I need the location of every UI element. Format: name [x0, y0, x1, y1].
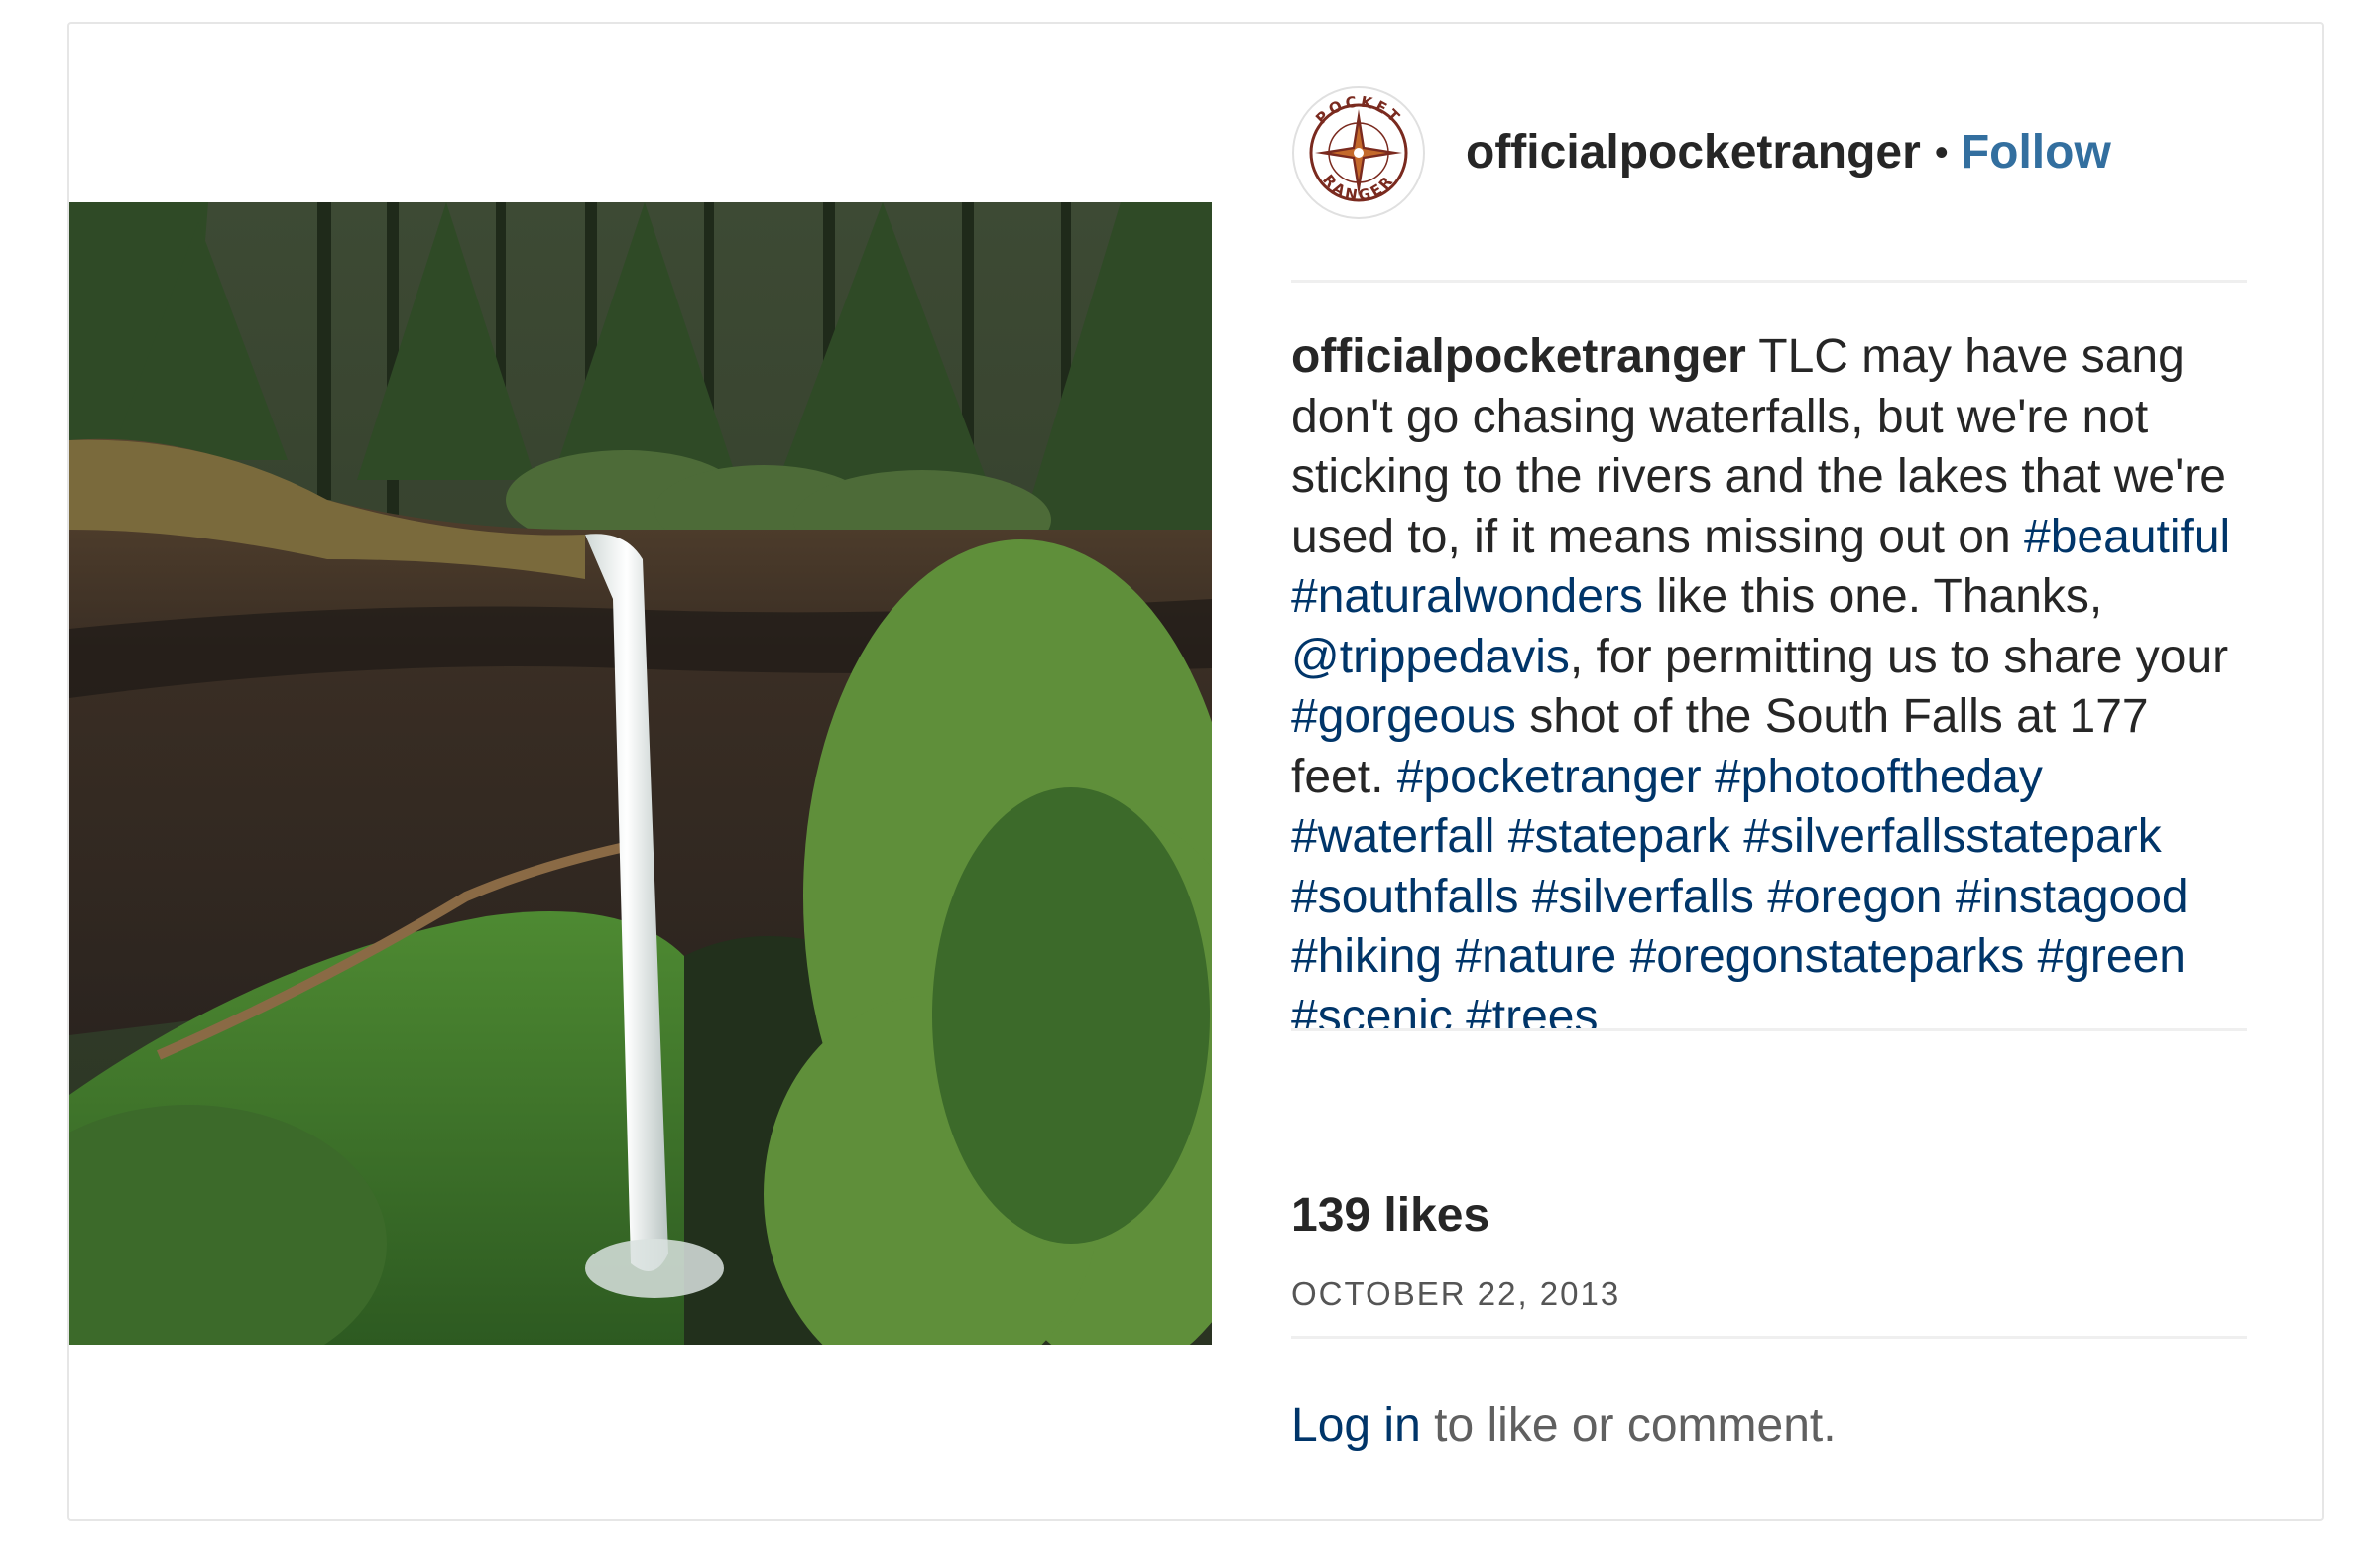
caption-text	[1494, 810, 1507, 863]
login-prompt-text: to like or comment.	[1420, 1399, 1837, 1452]
hashtag-link[interactable]: #oregon	[1767, 871, 1942, 923]
caption-text: , for permitting us to share your	[1569, 630, 2229, 683]
follow-button[interactable]: Follow	[1961, 126, 2111, 179]
post-header: POCKET RANGER officialpocketranger • Follo…	[1291, 85, 2243, 220]
post-date: OCTOBER 22, 2013	[1291, 1275, 1621, 1312]
caption-text	[1702, 751, 1715, 803]
hashtag-link[interactable]: #hiking	[1291, 930, 1442, 983]
caption-text	[1453, 991, 1466, 1032]
caption-text: like this one. Thanks,	[1642, 570, 2103, 623]
pocket-ranger-logo: POCKET RANGER	[1292, 86, 1425, 219]
caption-text	[1942, 871, 1955, 923]
waterfall-photo-illustration	[69, 202, 1212, 1345]
profile-avatar[interactable]: POCKET RANGER	[1291, 85, 1426, 220]
divider-footer	[1291, 1336, 2247, 1339]
hashtag-link[interactable]: #southfalls	[1291, 871, 1518, 923]
hashtag-link[interactable]: #beautiful	[2024, 511, 2230, 563]
header-username-link[interactable]: officialpocketranger	[1466, 126, 1921, 179]
hashtag-link[interactable]: #waterfall	[1291, 810, 1494, 863]
hashtag-link[interactable]: #naturalwonders	[1291, 570, 1643, 623]
hashtag-link[interactable]: #statepark	[1508, 810, 1730, 863]
login-link[interactable]: Log in	[1291, 1399, 1421, 1452]
mention-link[interactable]: @trippedavis	[1291, 631, 1570, 683]
hashtag-link[interactable]: #trees	[1466, 991, 1598, 1032]
caption-text	[1442, 930, 1455, 983]
hashtag-link[interactable]: #silverfalls	[1532, 871, 1754, 923]
caption-body: TLC may have sang don't go chasing water…	[1291, 330, 2230, 1031]
hashtag-link[interactable]: #oregonstateparks	[1630, 930, 2025, 983]
caption-container[interactable]: officialpocketranger TLC may have sang d…	[1291, 327, 2243, 1031]
hashtag-link[interactable]: #photooftheday	[1715, 751, 2043, 803]
caption-text	[1616, 930, 1629, 983]
caption-text	[2024, 930, 2037, 983]
divider-header	[1291, 280, 2247, 283]
login-prompt: Log in to like or comment.	[1291, 1398, 1837, 1453]
hashtag-link[interactable]: #gorgeous	[1291, 690, 1516, 743]
likes-count[interactable]: 139 likes	[1291, 1188, 1489, 1243]
divider-caption	[1291, 1028, 2247, 1031]
separator-dot: •	[1934, 131, 1949, 175]
hashtag-link[interactable]: #scenic	[1291, 991, 1453, 1032]
caption-text	[1730, 810, 1743, 863]
caption-username-link[interactable]: officialpocketranger	[1291, 330, 1746, 383]
caption-text	[1754, 871, 1767, 923]
header-text-row: officialpocketranger • Follow	[1466, 125, 2111, 180]
post-photo-waterfall[interactable]	[69, 202, 1212, 1345]
hashtag-link[interactable]: #silverfallsstatepark	[1743, 810, 2162, 863]
caption-text	[1518, 871, 1531, 923]
hashtag-link[interactable]: #nature	[1455, 930, 1616, 983]
hashtag-link[interactable]: #green	[2038, 930, 2186, 983]
hashtag-link[interactable]: #pocketranger	[1397, 751, 1702, 803]
hashtag-link[interactable]: #instagood	[1956, 871, 2189, 923]
